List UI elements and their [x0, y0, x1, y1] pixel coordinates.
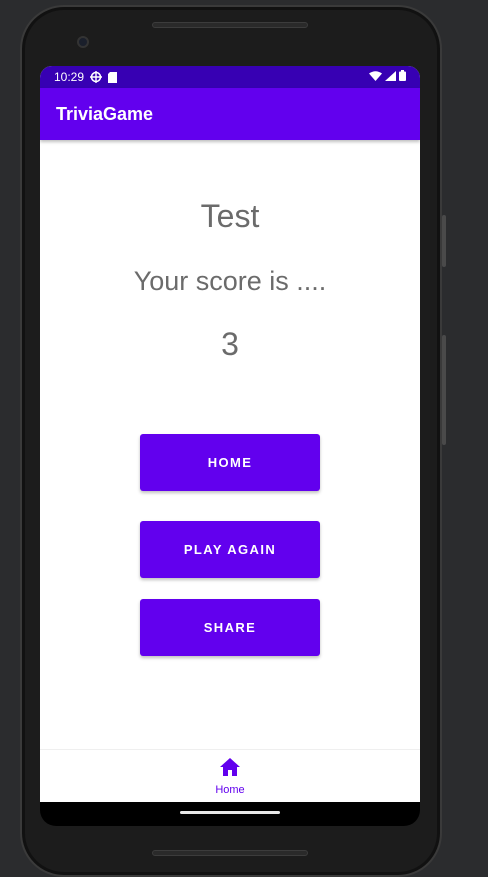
score-value: 3: [221, 326, 239, 362]
bottom-speaker: [152, 850, 308, 856]
home-icon: [220, 758, 240, 781]
app-title: TriviaGame: [56, 103, 154, 124]
status-bar: 10:29: [40, 66, 420, 88]
nav-item-label: Home: [215, 784, 245, 796]
gesture-bar[interactable]: [180, 811, 280, 814]
settings-gear-icon: [90, 71, 103, 83]
bottom-navigation: Home: [40, 749, 420, 802]
app-screen: 10:29 TriviaGame Test Your score is ....…: [40, 66, 420, 802]
volume-button: [442, 215, 446, 267]
home-button[interactable]: HOME: [140, 434, 320, 491]
wifi-icon: [369, 70, 382, 84]
status-indicators: [369, 70, 406, 84]
score-label: Your score is ....: [133, 266, 327, 296]
sd-card-icon: [108, 71, 118, 83]
status-time: 10:29: [54, 70, 85, 84]
signal-icon: [385, 70, 396, 84]
battery-icon: [399, 70, 406, 84]
screen-bottom-bezel: [40, 802, 420, 826]
quiz-title: Test: [200, 198, 260, 234]
nav-item-home[interactable]: Home: [200, 758, 260, 798]
top-speaker: [152, 22, 308, 28]
app-bar: TriviaGame: [40, 88, 420, 140]
front-camera: [77, 36, 89, 48]
play-again-button[interactable]: PLAY AGAIN: [140, 521, 320, 578]
power-button: [442, 335, 446, 445]
share-button[interactable]: SHARE: [140, 599, 320, 656]
